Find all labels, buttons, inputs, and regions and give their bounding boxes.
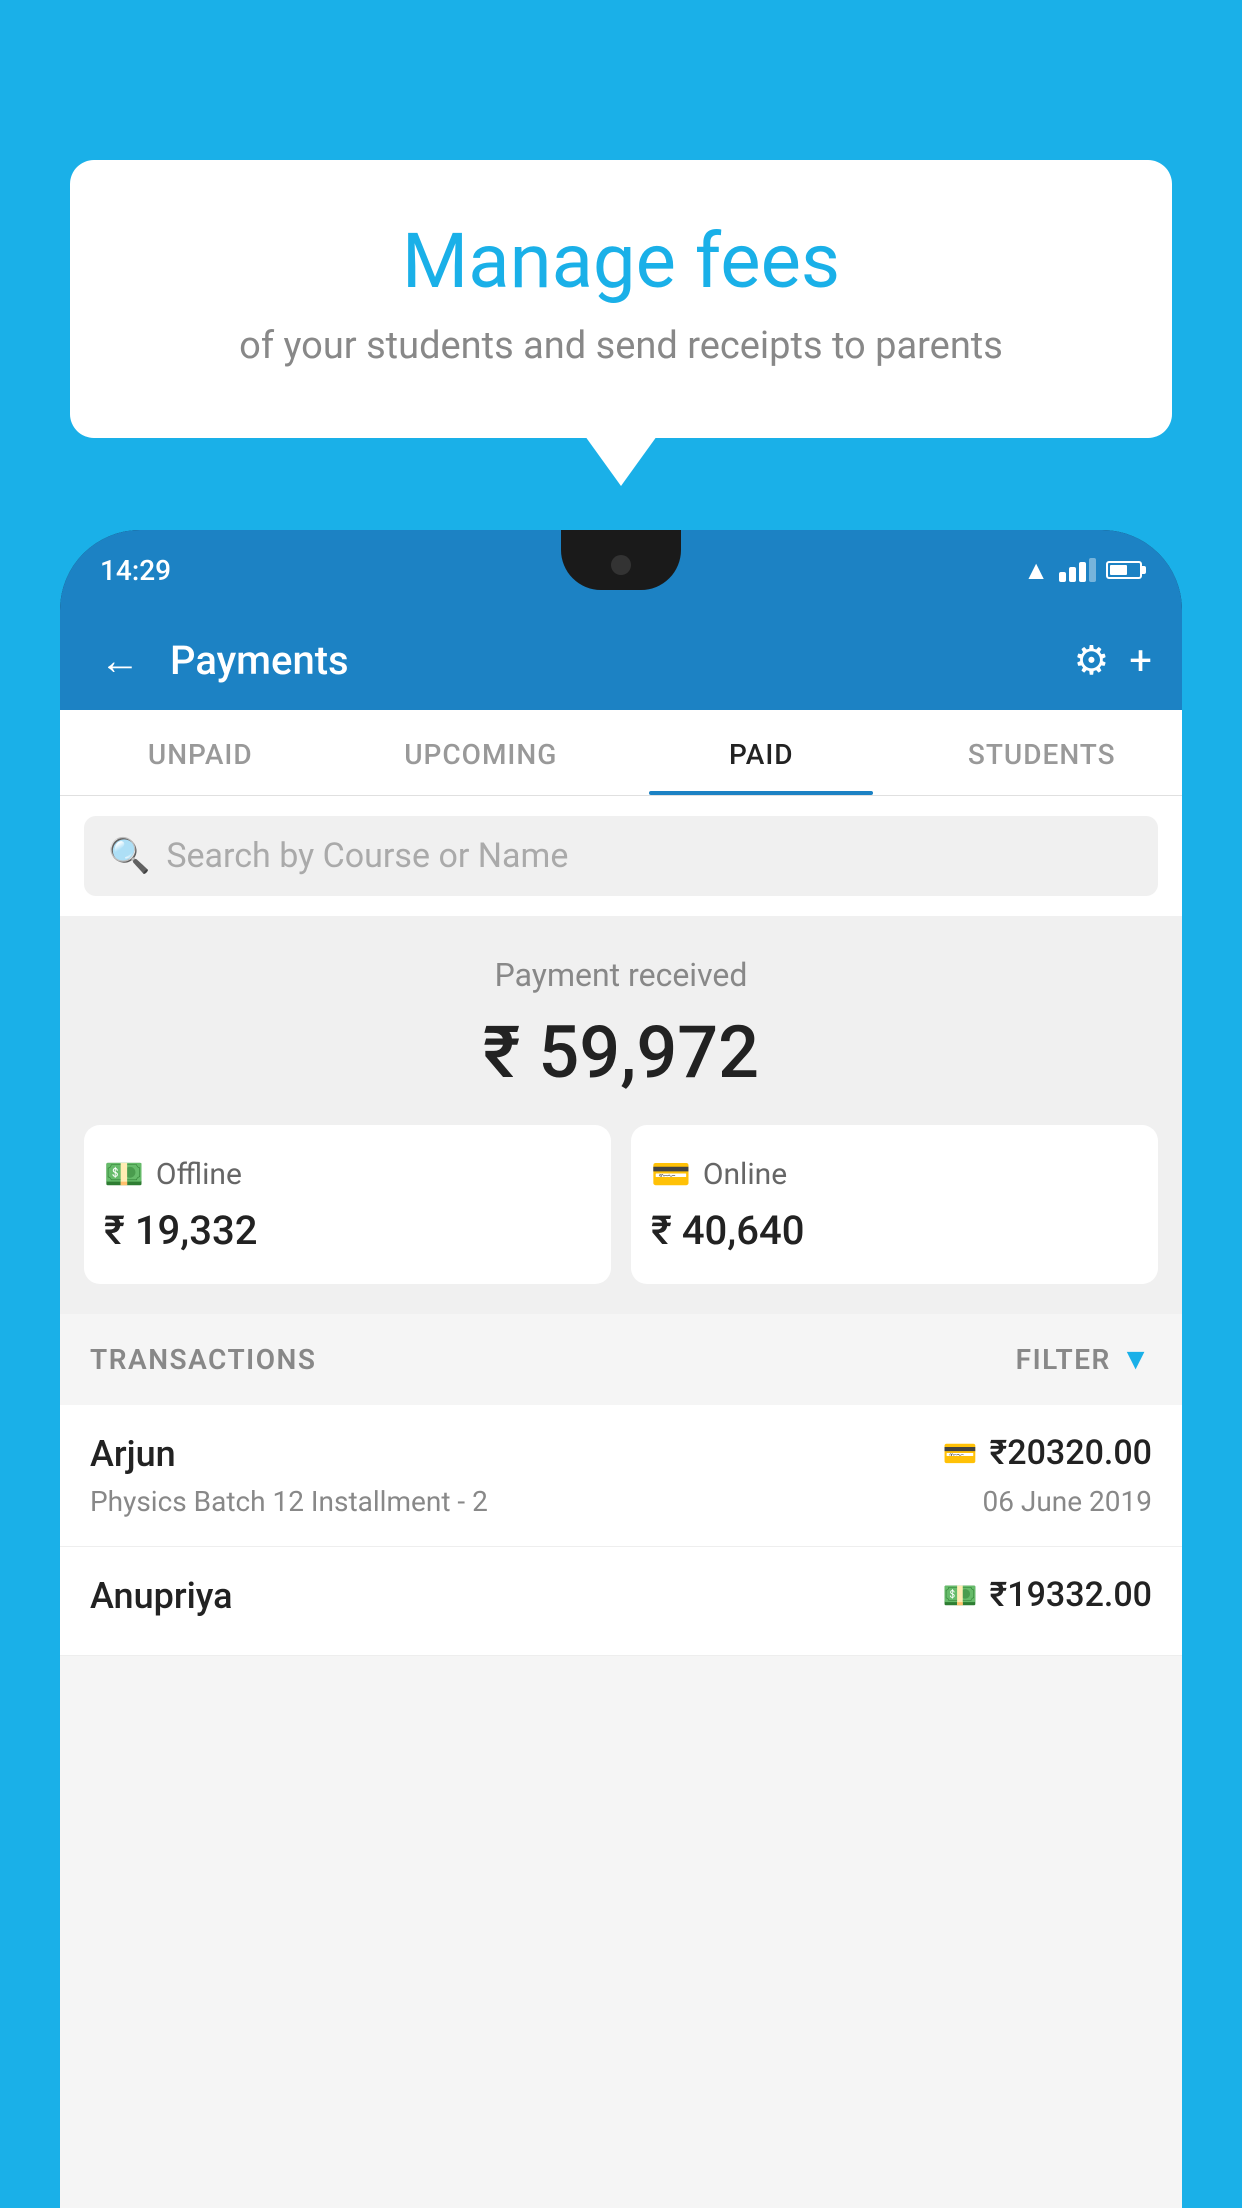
transaction-course: Physics Batch 12 Installment - 2 xyxy=(90,1485,488,1518)
status-bar: 14:29 ▲ xyxy=(60,530,1182,610)
search-placeholder: Search by Course or Name xyxy=(166,836,568,876)
cash-icon: 💵 xyxy=(943,1579,978,1612)
phone-shell: 14:29 ▲ ← Payments ⚙ + xyxy=(60,530,1182,2208)
signal-icon xyxy=(1059,558,1096,582)
online-card: 💳 Online ₹ 40,640 xyxy=(631,1125,1158,1284)
offline-card-header: 💵 Offline xyxy=(104,1155,591,1193)
transaction-amount-wrap: 💳 ₹20320.00 xyxy=(943,1433,1152,1473)
status-icons: ▲ xyxy=(1023,555,1142,586)
filter-label: FILTER xyxy=(1016,1343,1111,1376)
tab-upcoming[interactable]: UPCOMING xyxy=(341,710,622,795)
transaction-row-top: Arjun 💳 ₹20320.00 xyxy=(90,1433,1152,1475)
wifi-icon: ▲ xyxy=(1023,555,1049,586)
camera xyxy=(611,555,631,575)
search-icon: 🔍 xyxy=(108,836,150,876)
notch xyxy=(561,530,681,590)
payment-received-label: Payment received xyxy=(84,956,1158,994)
plus-button[interactable]: + xyxy=(1129,637,1152,684)
card-icon: 💳 xyxy=(943,1437,978,1470)
payment-summary: Payment received ₹ 59,972 💵 Offline ₹ 19… xyxy=(60,916,1182,1314)
transaction-row-bottom: Physics Batch 12 Installment - 2 06 June… xyxy=(90,1485,1152,1518)
payment-total: ₹ 59,972 xyxy=(84,1010,1158,1095)
tab-paid[interactable]: PAID xyxy=(621,710,902,795)
transaction-name: Anupriya xyxy=(90,1575,233,1617)
transaction-name: Arjun xyxy=(90,1433,176,1475)
offline-card: 💵 Offline ₹ 19,332 xyxy=(84,1125,611,1284)
offline-label: Offline xyxy=(156,1157,242,1192)
filter-button[interactable]: FILTER ▼ xyxy=(1016,1342,1152,1377)
payment-cards: 💵 Offline ₹ 19,332 💳 Online ₹ 40,640 xyxy=(84,1125,1158,1284)
card-payment-icon: 💳 xyxy=(651,1155,691,1193)
bubble-title: Manage fees xyxy=(120,220,1122,304)
status-time: 14:29 xyxy=(100,554,171,587)
online-card-header: 💳 Online xyxy=(651,1155,1138,1193)
search-box[interactable]: 🔍 Search by Course or Name xyxy=(84,816,1158,896)
tabs-bar: UNPAID UPCOMING PAID STUDENTS xyxy=(60,710,1182,796)
app-header: ← Payments ⚙ + xyxy=(60,610,1182,710)
transaction-date: 06 June 2019 xyxy=(982,1485,1152,1518)
gear-button[interactable]: ⚙ xyxy=(1073,637,1109,684)
tab-students[interactable]: STUDENTS xyxy=(902,710,1183,795)
transaction-item-arjun[interactable]: Arjun 💳 ₹20320.00 Physics Batch 12 Insta… xyxy=(60,1405,1182,1547)
transaction-amount: ₹19332.00 xyxy=(990,1575,1152,1615)
header-actions: ⚙ + xyxy=(1073,637,1152,684)
search-container: 🔍 Search by Course or Name xyxy=(60,796,1182,916)
speech-bubble: Manage fees of your students and send re… xyxy=(70,160,1172,438)
online-label: Online xyxy=(703,1157,787,1192)
offline-amount: ₹ 19,332 xyxy=(104,1207,591,1254)
header-title: Payments xyxy=(170,637,1053,684)
cash-icon: 💵 xyxy=(104,1155,144,1193)
transaction-item-anupriya[interactable]: Anupriya 💵 ₹19332.00 xyxy=(60,1547,1182,1656)
bubble-subtitle: of your students and send receipts to pa… xyxy=(120,324,1122,368)
online-amount: ₹ 40,640 xyxy=(651,1207,1138,1254)
transaction-row-top: Anupriya 💵 ₹19332.00 xyxy=(90,1575,1152,1617)
transactions-header: TRANSACTIONS FILTER ▼ xyxy=(60,1314,1182,1405)
battery-icon xyxy=(1106,561,1142,579)
tab-unpaid[interactable]: UNPAID xyxy=(60,710,341,795)
filter-icon: ▼ xyxy=(1121,1342,1152,1377)
phone-screen: ← Payments ⚙ + UNPAID UPCOMING PAID STUD… xyxy=(60,610,1182,2208)
transaction-amount: ₹20320.00 xyxy=(990,1433,1152,1473)
back-button[interactable]: ← xyxy=(90,627,150,694)
transaction-amount-wrap: 💵 ₹19332.00 xyxy=(943,1575,1152,1615)
transactions-label: TRANSACTIONS xyxy=(90,1343,316,1376)
